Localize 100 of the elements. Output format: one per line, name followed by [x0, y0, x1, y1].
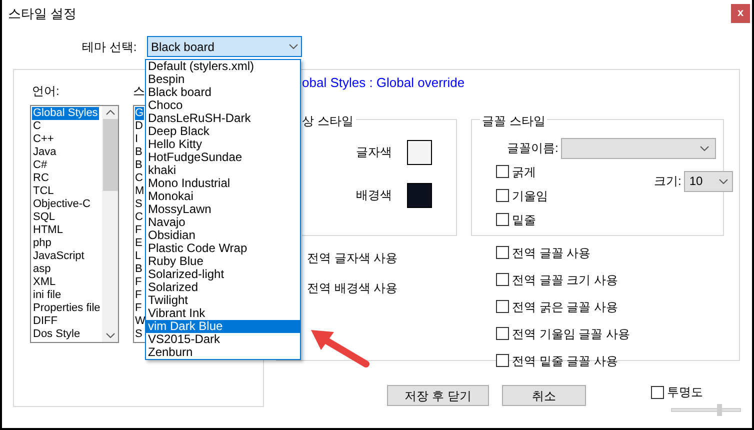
theme-option[interactable]: VS2015-Dark — [146, 333, 300, 346]
language-label: 언어: — [32, 83, 60, 100]
theme-option[interactable]: Default (stylers.xml) — [146, 60, 300, 73]
color-swatch[interactable] — [407, 140, 432, 164]
theme-option[interactable]: Solarized-light — [146, 268, 300, 281]
scrollbar[interactable] — [102, 106, 118, 342]
theme-option[interactable]: Bespin — [146, 73, 300, 86]
theme-option[interactable]: Hello Kitty — [146, 138, 300, 151]
checkbox[interactable] — [496, 273, 509, 286]
theme-option[interactable]: Mono Industrial — [146, 177, 300, 190]
language-item[interactable]: Objective-C — [32, 198, 92, 211]
save-close-button[interactable]: 저장 후 닫기 — [387, 385, 489, 406]
color-label: 배경색 — [356, 187, 392, 204]
language-item[interactable]: php — [32, 237, 52, 250]
style-item[interactable]: E — [135, 237, 142, 250]
checkbox[interactable] — [496, 327, 509, 340]
language-item[interactable]: Global Styles — [32, 107, 99, 120]
style-item[interactable]: B — [135, 159, 142, 172]
language-item[interactable]: SQL — [32, 211, 56, 224]
language-item[interactable]: Dos Style — [32, 328, 82, 341]
theme-option[interactable]: khaki — [146, 164, 300, 177]
style-item[interactable]: C — [135, 211, 143, 224]
close-button[interactable]: x — [731, 4, 750, 23]
language-item[interactable]: C# — [32, 159, 48, 172]
scroll-down-icon — [106, 333, 114, 338]
checkbox[interactable] — [496, 246, 509, 259]
size-dropdown[interactable]: 10 — [684, 170, 734, 192]
style-label: 스 — [133, 83, 146, 100]
style-item[interactable]: B — [135, 146, 142, 159]
caret-down-icon — [289, 44, 298, 49]
checkbox-label: 전역 글꼴 사용 — [512, 244, 591, 262]
theme-option[interactable]: Navajo — [146, 216, 300, 229]
theme-option[interactable]: Choco — [146, 99, 300, 112]
language-item[interactable]: Java — [32, 146, 58, 159]
theme-option[interactable]: Vibrant Ink — [146, 307, 300, 320]
language-item[interactable]: JavaScript — [32, 250, 86, 263]
theme-option[interactable]: DansLeRuSH-Dark — [146, 112, 300, 125]
checkbox-label: 전역 기울임 글꼴 사용 — [512, 326, 630, 342]
theme-option[interactable]: Ruby Blue — [146, 255, 300, 268]
theme-option[interactable]: Monokai — [146, 190, 300, 203]
checkbox[interactable] — [496, 354, 509, 367]
theme-option[interactable]: Solarized — [146, 281, 300, 294]
font-name-label: 글꼴이름: — [507, 140, 558, 157]
theme-option[interactable]: Black board — [146, 86, 300, 99]
color-label: 글자색 — [356, 144, 392, 161]
style-item[interactable]: B — [135, 263, 142, 276]
language-item[interactable]: HTML — [32, 224, 64, 237]
checkbox[interactable] — [496, 165, 509, 178]
style-item[interactable]: S — [135, 198, 142, 211]
style-item[interactable]: F — [135, 302, 142, 315]
option-label: 전역 글자색 사용 — [307, 250, 399, 266]
language-list[interactable]: Global Styles C C++ Java C# RC TCL Objective-C SQL HTML php JavaScript asp XML ini file Properties file DIFF Dos Style — [30, 105, 119, 343]
style-heading: obal Styles : Global override — [302, 74, 466, 92]
theme-option[interactable]: Deep Black — [146, 125, 300, 138]
checkbox-label: 전역 밑줄 글꼴 사용 — [512, 352, 618, 370]
style-item[interactable]: L — [135, 250, 142, 263]
style-item[interactable]: F — [135, 276, 142, 289]
theme-option[interactable]: vim Dark Blue — [146, 320, 300, 333]
theme-option[interactable]: MossyLawn — [146, 203, 300, 216]
color-swatch[interactable] — [407, 182, 432, 208]
cancel-button[interactable]: 취소 — [502, 385, 586, 406]
theme-dropdown[interactable]: Black board — [147, 36, 302, 57]
size-label: 크기: — [654, 173, 682, 190]
language-item[interactable]: Properties file — [32, 302, 102, 315]
theme-option[interactable]: HotFudgeSundae — [146, 151, 300, 164]
style-item[interactable]: I — [135, 133, 138, 146]
language-item[interactable]: C — [32, 120, 42, 133]
window-title: 스타일 설정 — [8, 5, 77, 23]
style-item[interactable]: M — [135, 185, 144, 198]
style-item[interactable]: F — [135, 224, 142, 237]
checkbox-label: 전역 글꼴 크기 사용 — [512, 272, 618, 288]
language-item[interactable]: asp — [32, 263, 52, 276]
theme-option[interactable]: Plastic Code Wrap — [146, 242, 300, 255]
style-item[interactable]: D — [135, 120, 143, 133]
style-item[interactable]: G — [135, 107, 144, 120]
option-label: 전역 배경색 사용 — [307, 280, 399, 296]
caret-down-icon — [719, 178, 728, 184]
caret-down-icon — [700, 146, 710, 150]
language-item[interactable]: RC — [32, 172, 50, 185]
language-item[interactable]: XML — [32, 276, 57, 289]
style-item[interactable]: C — [135, 172, 143, 185]
checkbox-label: 투명도 — [667, 384, 703, 401]
checkbox[interactable] — [651, 386, 664, 398]
theme-option[interactable]: Twilight — [146, 294, 300, 307]
style-item[interactable]: S — [135, 328, 142, 341]
checkbox[interactable] — [496, 189, 509, 202]
theme-option[interactable]: Obsidian — [146, 229, 300, 242]
slider-thumb[interactable] — [716, 404, 722, 416]
checkbox[interactable] — [496, 300, 509, 313]
checkbox[interactable] — [496, 213, 509, 226]
style-item[interactable]: W — [135, 315, 146, 328]
style-item[interactable]: F — [135, 289, 142, 302]
theme-label: 테마 선택: — [82, 38, 138, 56]
theme-option[interactable]: Zenburn — [146, 346, 300, 359]
language-item[interactable]: DIFF — [32, 315, 58, 328]
scrollbar-thumb[interactable] — [102, 119, 118, 191]
theme-dropdown-list[interactable] — [145, 59, 301, 360]
language-item[interactable]: C++ — [32, 133, 55, 146]
language-item[interactable]: TCL — [32, 185, 55, 198]
language-item[interactable]: ini file — [32, 289, 62, 302]
